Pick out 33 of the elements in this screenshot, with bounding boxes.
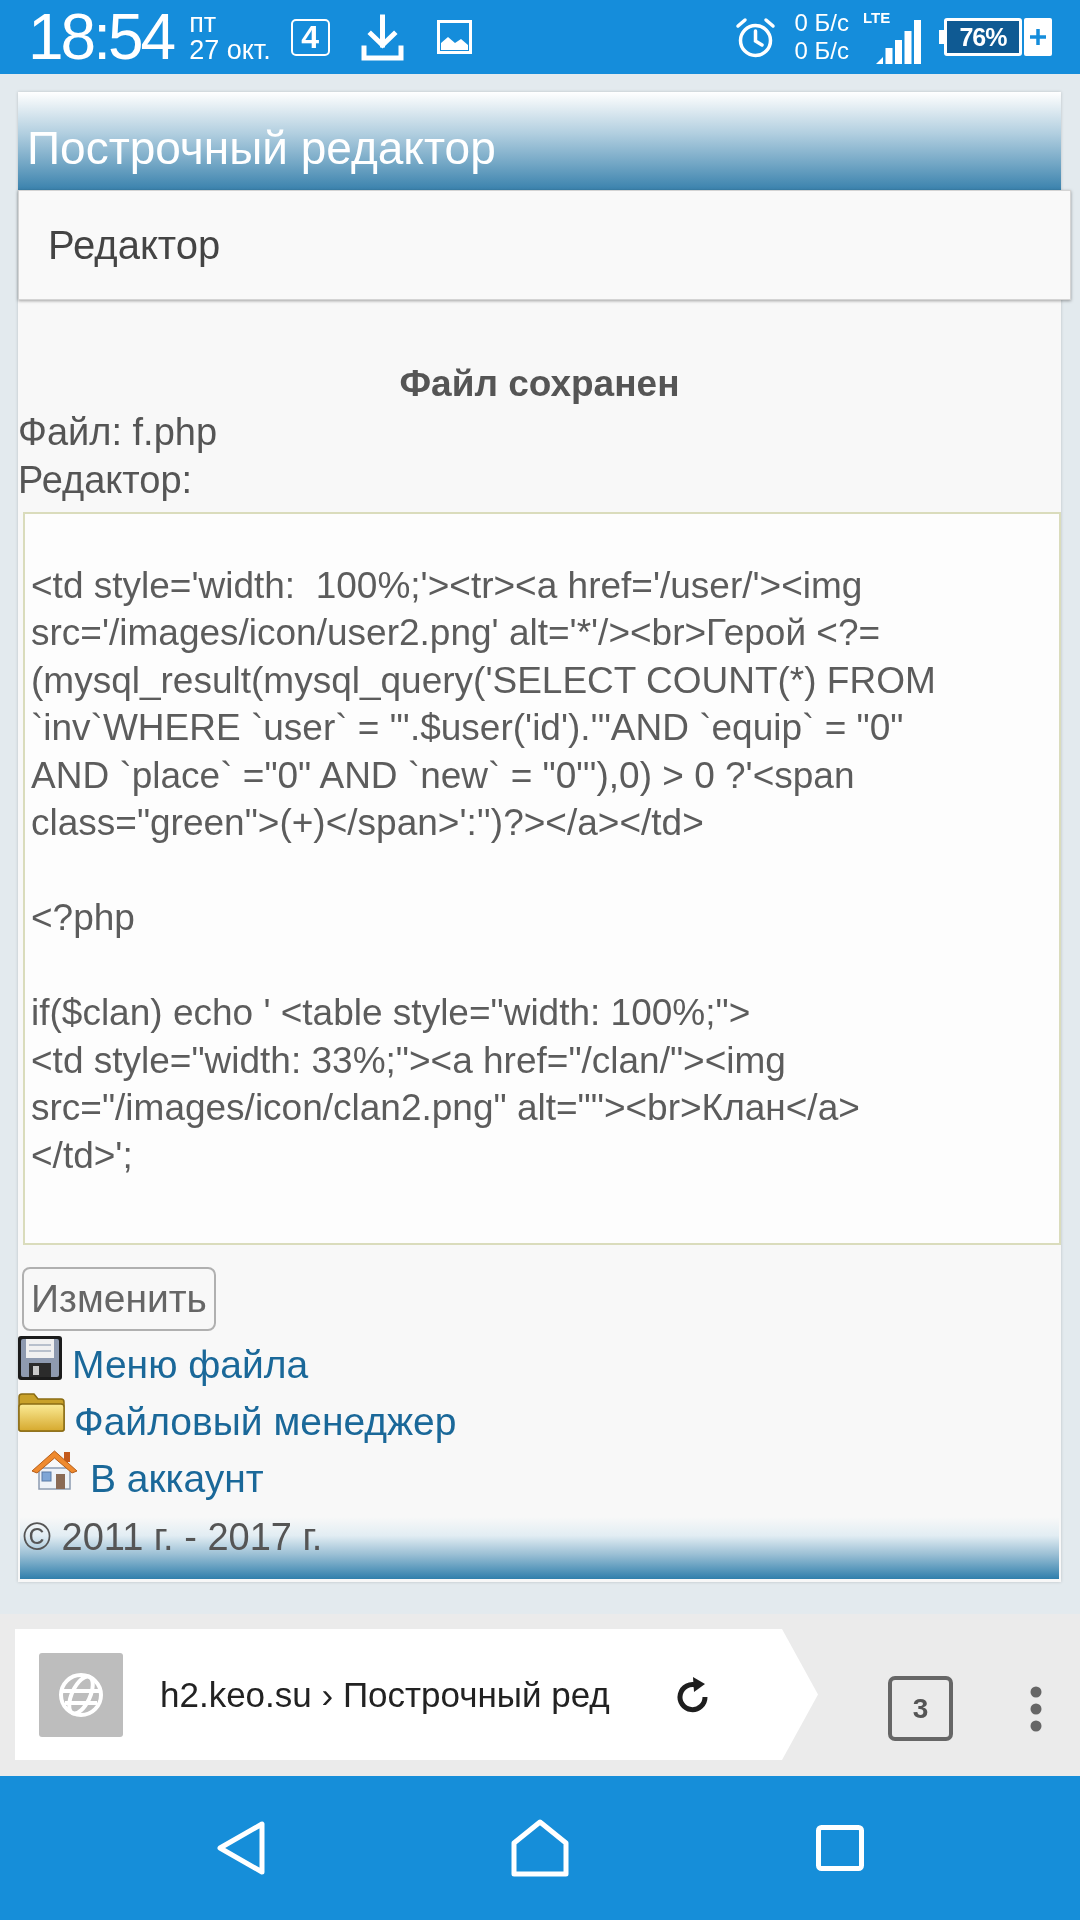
- image-icon: [436, 20, 472, 54]
- status-weekday: пт: [189, 10, 218, 37]
- network-speed: 0 Б/с: [794, 9, 849, 37]
- page-title: Построчный редактор: [27, 122, 496, 174]
- section-title: Редактор: [48, 222, 221, 269]
- code-text-area[interactable]: <td style='width: 100%;'><tr><a href='/user/'><img src='/images/icon/user2.png' alt='*'/><br>Герой <?= (mysql_result(mysql_query('SELECT COUNT(*) FROM `inv`WHERE `user` = "'.$user('id').'"AND `equip` = "0" AND `place` ="0" AND `new` = "0"'),0) > 0 ?'<span class="green">(+)</span>':'')?></a></td> <?php if($clan) echo ' <table style="width: 100%;"> <td style="width: 33%;"><a href="/clan/"><img src="/images/icon/clan2.png" alt=""><br>Клан</a> </td>';: [23, 512, 1061, 1245]
- saved-notice: Файл сохранен: [398, 362, 681, 406]
- nav-link[interactable]: Меню файла: [72, 1341, 309, 1389]
- site-globe-icon: [39, 1652, 123, 1737]
- charging-plus-icon: [1024, 18, 1052, 56]
- nav-link[interactable]: Файловый менеджер: [74, 1398, 457, 1446]
- copyright-text: © 2011 г. - 2017 г.: [23, 1517, 323, 1557]
- editor-label: Редактор:: [18, 458, 194, 503]
- submit-button[interactable]: Изменить: [22, 1267, 216, 1331]
- network-speed: 0 Б/с: [794, 37, 849, 65]
- alarm-clock-icon: [734, 16, 776, 58]
- recent-apps-icon[interactable]: [816, 1825, 864, 1871]
- nav-link[interactable]: В аккаунт: [90, 1455, 264, 1503]
- download-icon: [360, 13, 404, 61]
- back-icon[interactable]: [216, 1820, 266, 1876]
- address-bar[interactable]: h2.keo.su › Построчный ред: [15, 1629, 818, 1760]
- status-time: 18:54: [28, 5, 174, 69]
- app-logo: 4: [290, 18, 330, 56]
- file-name-label: Файл: f.php: [18, 410, 219, 455]
- status-date: 27 окт.: [189, 37, 271, 64]
- more-options-icon[interactable]: [1030, 1686, 1042, 1732]
- tab-switcher-button[interactable]: 3: [888, 1676, 953, 1741]
- battery-indicator: 76%: [939, 18, 1022, 56]
- network-type: LTE: [863, 10, 891, 26]
- house-icon: [31, 1450, 78, 1490]
- url-text: h2.keo.su › Построчный ред: [160, 1674, 611, 1715]
- home-icon[interactable]: [511, 1819, 569, 1877]
- folder-icon: [18, 1393, 65, 1432]
